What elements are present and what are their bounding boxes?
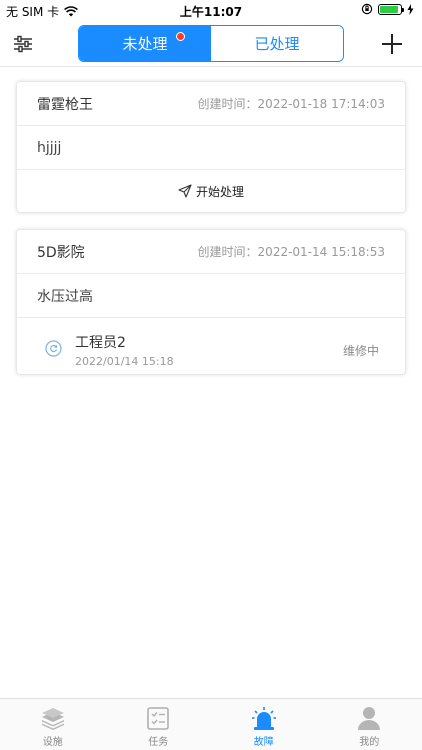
status-right: [361, 3, 414, 15]
fault-created-time: 创建时间：2022-01-14 15:18:53: [198, 243, 385, 260]
refresh-status-icon: [45, 340, 62, 357]
tab-unprocessed[interactable]: 未处理: [79, 26, 211, 61]
fault-card[interactable]: 5D影院 创建时间：2022-01-14 15:18:53 水压过高 工程员2 …: [16, 229, 406, 375]
tab-tasks[interactable]: 任务: [106, 699, 212, 750]
fault-description: hjjjj: [17, 126, 405, 170]
fault-title: 雷霆枪王: [37, 96, 93, 113]
status-bar: 无 SIM 卡 上午11:07: [0, 0, 422, 22]
repair-status: 维修中: [342, 344, 379, 358]
tab-unprocessed-label: 未处理: [122, 35, 168, 53]
add-fault-button[interactable]: [378, 30, 406, 58]
unread-badge: [176, 32, 185, 41]
created-label: 创建时间：: [197, 245, 258, 259]
tab-faults[interactable]: 故障: [211, 699, 317, 750]
tab-processed[interactable]: 已处理: [211, 26, 343, 61]
status-segmented-control: 未处理 已处理: [78, 25, 344, 62]
created-label: 创建时间：: [197, 97, 258, 111]
filter-button[interactable]: [10, 31, 36, 57]
nav-divider: [0, 66, 422, 67]
bottom-tab-bar: 设施 任务 故障 我的: [0, 698, 422, 750]
engineer-name: 工程员2: [75, 335, 126, 351]
fault-card-header: 雷霆枪王 创建时间：2022-01-18 17:14:03: [17, 82, 405, 126]
battery-icon: [378, 3, 404, 15]
engineer-date: 2022/01/14 15:18: [75, 355, 174, 368]
nav-bar: 未处理 已处理: [0, 22, 422, 66]
user-icon: [358, 707, 381, 730]
tab-processed-label: 已处理: [254, 35, 300, 53]
tab-tasks-label: 任务: [148, 737, 169, 748]
fault-card-header: 5D影院 创建时间：2022-01-14 15:18:53: [17, 230, 405, 274]
layers-icon: [41, 708, 64, 730]
alarm-siren-icon: [251, 707, 276, 730]
battery-fill: [380, 5, 398, 13]
fault-title: 5D影院: [37, 244, 85, 261]
tab-mine-label: 我的: [359, 737, 380, 748]
tab-facilities[interactable]: 设施: [0, 699, 106, 750]
created-value: 2022-01-14 15:18:53: [257, 245, 385, 259]
tab-facilities-label: 设施: [42, 737, 63, 748]
created-value: 2022-01-18 17:14:03: [257, 97, 385, 111]
start-processing-button[interactable]: 开始处理: [17, 170, 405, 212]
sliders-icon: [14, 35, 32, 53]
task-list-icon: [147, 707, 170, 730]
tab-faults-label: 故障: [253, 737, 274, 748]
tab-mine[interactable]: 我的: [317, 699, 422, 750]
send-icon: [178, 184, 192, 198]
charging-bolt-icon: [407, 3, 414, 15]
fault-card[interactable]: 雷霆枪王 创建时间：2022-01-18 17:14:03 hjjjj 开始处理: [16, 81, 406, 213]
orientation-lock-icon: [361, 3, 373, 15]
status-time: 上午11:07: [179, 5, 243, 19]
fault-description: 水压过高: [17, 274, 405, 318]
engineer-row[interactable]: 工程员2 2022/01/14 15:18 维修中: [17, 318, 405, 374]
start-processing-label: 开始处理: [195, 184, 244, 199]
fault-created-time: 创建时间：2022-01-18 17:14:03: [198, 95, 385, 112]
